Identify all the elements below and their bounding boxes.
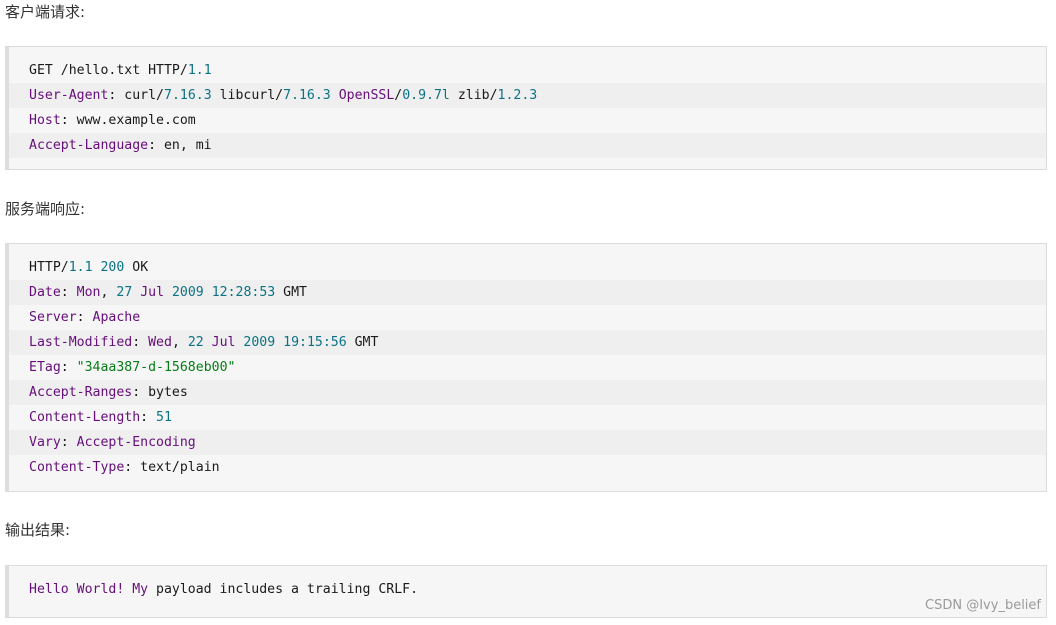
output-result-heading: 输出结果: (5, 521, 71, 539)
code-token-key: Jul (203, 335, 244, 350)
code-token-key: OpenSSL (330, 88, 395, 103)
code-token-key: Date (29, 285, 61, 300)
code-line: Host: www.example.com (9, 108, 1046, 133)
code-token-key: Host (29, 113, 61, 128)
code-token-punc: : (60, 285, 77, 300)
output-result-code-block: Hello World! My payload includes a trail… (5, 565, 1047, 618)
code-token-num: 27 (116, 285, 133, 300)
code-token-punc: : (132, 385, 149, 400)
code-token-key: Mon (76, 285, 101, 300)
code-line: GET /hello.txt HTTP/1.1 (9, 58, 1046, 83)
code-token-key: Content-Type (29, 460, 125, 475)
code-token-plain: HTTP/ (29, 260, 69, 275)
code-line: Content-Length: 51 (9, 405, 1046, 430)
code-token-num: 12:28:53 (211, 285, 276, 300)
code-line: User-Agent: curl/7.16.3 libcurl/7.16.3 O… (9, 83, 1046, 108)
code-line: Accept-Language: en, mi (9, 133, 1046, 158)
code-token-punc: : (108, 88, 125, 103)
code-token-punc: : (124, 460, 141, 475)
code-token-key: Content-Length (29, 410, 141, 425)
code-line: Accept-Ranges: bytes (9, 380, 1046, 405)
client-request-heading: 客户端请求: (5, 3, 86, 21)
code-line: Server: Apache (9, 305, 1046, 330)
code-token-plain: payload includes a trailing CRLF. (148, 582, 419, 597)
code-token-num: 1.1 (187, 63, 212, 78)
code-token-plain: libcurl/ (211, 88, 284, 103)
code-line: ETag: "34aa387-d-1568eb00" (9, 355, 1046, 380)
code-token-plain: www.example.com (76, 113, 196, 128)
code-token-key: Vary (29, 435, 61, 450)
code-token-num: 51 (156, 410, 172, 425)
code-line: HTTP/1.1 200 OK (9, 255, 1046, 280)
code-token-plain: GMT (346, 335, 379, 350)
server-response-code-block: HTTP/1.1 200 OK Date: Mon, 27 Jul 2009 12… (5, 243, 1047, 492)
code-token-punc: : (148, 138, 164, 153)
code-token-num: 0.9.7l (402, 88, 450, 103)
client-request-code-block: GET /hello.txt HTTP/1.1 User-Agent: curl/… (5, 46, 1047, 170)
code-token-punc: : (76, 310, 93, 325)
code-token-punc: : (60, 360, 77, 375)
code-token-num: 7.16.3 (283, 88, 331, 103)
code-line: Date: Mon, 27 Jul 2009 12:28:53 GMT (9, 280, 1046, 305)
code-token-num: 19:15:56 (283, 335, 347, 350)
code-line: Last-Modified: Wed, 22 Jul 2009 19:15:56… (9, 330, 1046, 355)
code-token-plain: /hello.txt HTTP/ (60, 63, 188, 78)
code-token-key: Accept-Language (29, 138, 149, 153)
code-token-plain: bytes (148, 385, 188, 400)
code-token-punc: : (60, 435, 77, 450)
code-line: Vary: Accept-Encoding (9, 430, 1046, 455)
code-token-plain: GET (29, 63, 61, 78)
code-token-plain: OK (124, 260, 149, 275)
code-line: Hello World! My payload includes a trail… (9, 577, 1046, 602)
code-token-num: 1.1 (68, 260, 93, 275)
code-token-key: Apache (92, 310, 141, 325)
code-token-key: Last-Modified (29, 335, 133, 350)
code-token-num: 1.2.3 (497, 88, 538, 103)
code-token-key: Accept-Encoding (76, 435, 196, 450)
code-token-plain: zlib/ (449, 88, 498, 103)
code-token-key: Hello World! My (29, 582, 149, 597)
code-token-plain: GMT (275, 285, 307, 300)
server-response-heading: 服务端响应: (5, 200, 86, 218)
code-token-punc: : (60, 113, 77, 128)
code-token-plain: curl/ (124, 88, 164, 103)
code-token-plain: en, mi (163, 138, 212, 153)
code-token-key: ETag (29, 360, 61, 375)
code-token-num: 2009 (171, 285, 204, 300)
code-token-punc: : (132, 335, 149, 350)
code-token-num: 7.16.3 (164, 88, 212, 103)
code-token-punc: , (171, 335, 188, 350)
code-token-key: Jul (132, 285, 172, 300)
code-token-punc: : (140, 410, 157, 425)
code-token-key: Wed (148, 335, 172, 350)
code-token-num: 200 (100, 260, 125, 275)
code-token-punc: , (100, 285, 117, 300)
code-token-plain: text/plain (140, 460, 220, 475)
code-token-str: "34aa387-d-1568eb00" (76, 360, 236, 375)
code-token-key: Server (29, 310, 77, 325)
code-token-num: 2009 (243, 335, 276, 350)
code-token-num: 22 (187, 335, 204, 350)
code-token-key: User-Agent (29, 88, 109, 103)
code-token-key: Accept-Ranges (29, 385, 133, 400)
code-line: Content-Type: text/plain (9, 455, 1046, 480)
watermark: CSDN @Ivy_belief (925, 598, 1041, 613)
